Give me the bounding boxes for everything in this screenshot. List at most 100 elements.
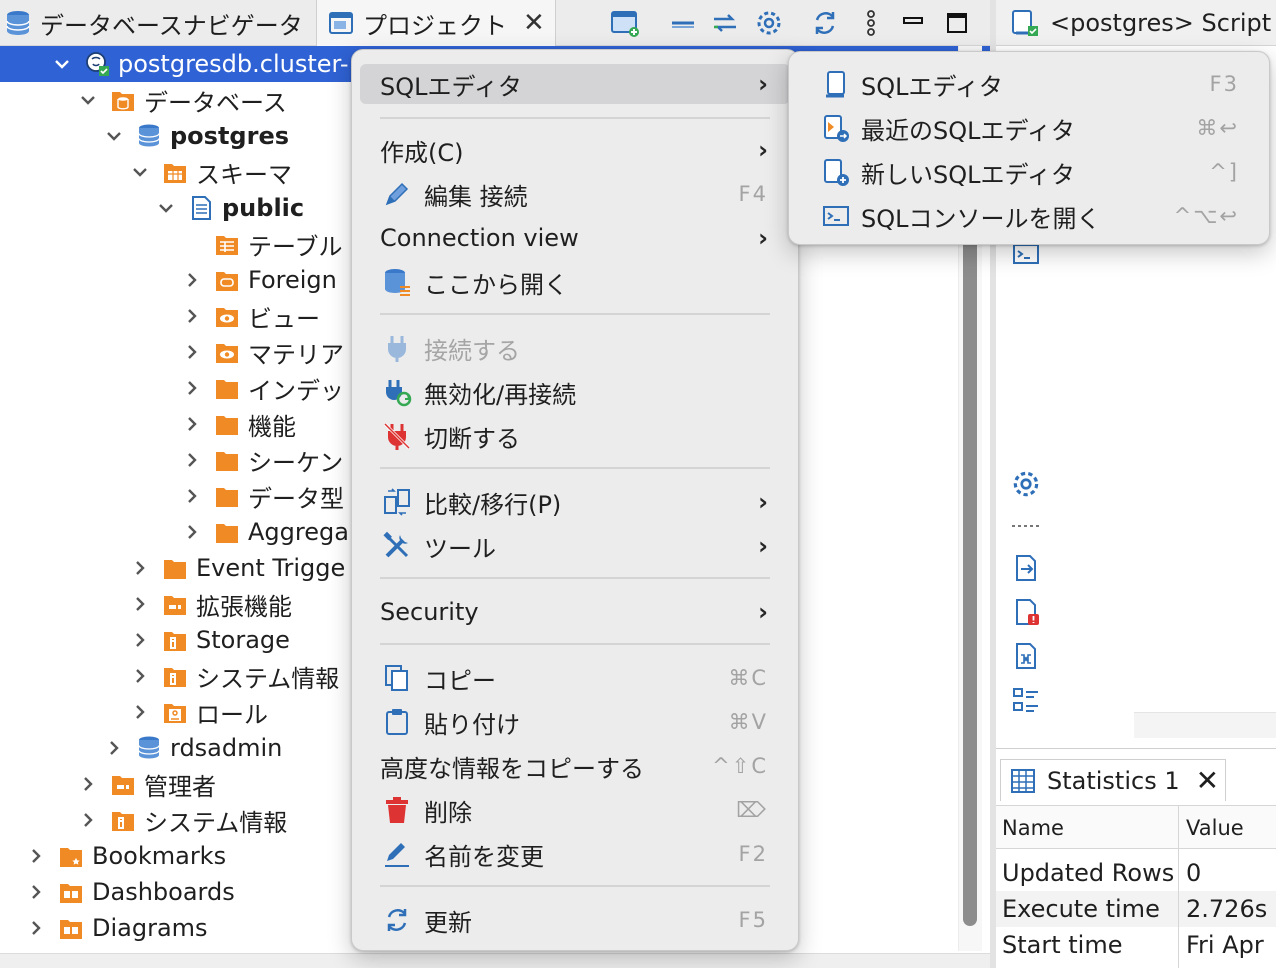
menu-item-rename[interactable]: 名前を変更 F2 [360, 834, 790, 874]
chevron-right-icon[interactable] [182, 270, 202, 290]
settings-gear-icon[interactable] [754, 8, 784, 38]
column-header-name[interactable]: Name [1002, 806, 1064, 850]
menu-item-edit-connection[interactable]: 編集 接続 F4 [360, 174, 790, 214]
tab-projects[interactable]: プロジェクト ✕ [316, 0, 556, 46]
column-divider[interactable] [1178, 805, 1179, 968]
chevron-down-icon[interactable] [156, 198, 176, 218]
dotted-separator-icon [1010, 510, 1042, 542]
chevron-right-icon: › [758, 488, 768, 516]
submenu-item-new-sql-editor[interactable]: 新しいSQLエディタ ^] [797, 152, 1261, 192]
chevron-right-icon[interactable] [182, 378, 202, 398]
chevron-down-icon[interactable] [130, 162, 150, 182]
chevron-right-icon[interactable] [130, 630, 150, 650]
menu-item-disconnect[interactable]: 切断する [360, 416, 790, 456]
chevron-right-icon[interactable] [130, 702, 150, 722]
tab-database-navigator[interactable]: データベースナビゲータ [4, 0, 310, 46]
variables-icon[interactable] [1010, 640, 1042, 672]
submenu-item-sql-editor[interactable]: SQLエディタ F3 [797, 64, 1261, 104]
menu-item-open-here[interactable]: ここから開く [360, 262, 790, 302]
menu-separator [380, 117, 770, 119]
collapse-all-icon[interactable] [668, 8, 698, 38]
projects-icon [327, 9, 355, 37]
menu-item-tools[interactable]: ツール › [360, 526, 790, 566]
close-icon[interactable]: ✕ [523, 8, 545, 38]
tree-item-label: データ型 [248, 484, 344, 513]
table-folder-icon [214, 231, 240, 257]
compare-icon [382, 487, 412, 517]
maximize-icon[interactable] [942, 8, 972, 38]
chevron-right-icon[interactable] [130, 594, 150, 614]
folder-icon [162, 555, 188, 581]
shortcut-label: ⌘C [728, 666, 768, 690]
table-row[interactable]: Updated Rows 0 [996, 855, 1276, 891]
menu-item-label: ここから開く [424, 270, 568, 299]
postgres-connection-icon [84, 51, 110, 77]
export-icon[interactable] [1010, 552, 1042, 584]
menu-item-label: 貼り付け [424, 710, 520, 739]
menu-item-refresh[interactable]: 更新 F5 [360, 900, 790, 940]
chevron-down-icon[interactable] [52, 54, 72, 74]
menu-item-connection-view[interactable]: Connection view › [360, 218, 790, 258]
chevron-right-icon[interactable] [182, 414, 202, 434]
chevron-right-icon[interactable] [182, 306, 202, 326]
chevron-right-icon[interactable] [182, 522, 202, 542]
menu-item-compare-migrate[interactable]: 比較/移行(P) › [360, 482, 790, 522]
menu-item-label: コピー [424, 666, 496, 695]
tree-item-label: public [222, 194, 305, 222]
chevron-right-icon[interactable] [26, 882, 46, 902]
stat-value-cell: 2.726s [1186, 895, 1268, 923]
chevron-right-icon[interactable] [130, 666, 150, 686]
new-connection-icon[interactable] [610, 8, 640, 38]
tab-script[interactable]: <postgres> Script [996, 0, 1276, 46]
table-row[interactable]: Start time Fri Apr [996, 927, 1276, 963]
tab-label: <postgres> Script [1050, 8, 1272, 37]
pencil-icon [382, 179, 412, 209]
submenu-item-recent-sql-editor[interactable]: 最近のSQLエディタ ⌘↩ [797, 108, 1261, 148]
chevron-right-icon[interactable] [182, 342, 202, 362]
chevron-right-icon[interactable] [26, 846, 46, 866]
submenu-item-open-sql-console[interactable]: SQLコンソールを開く ^⌥↩ [797, 196, 1261, 236]
menu-item-advanced-copy[interactable]: 高度な情報をコピーする ^⇧C [360, 746, 790, 786]
tab-statistics[interactable]: Statistics 1 ✕ [1000, 759, 1226, 801]
tree-item-label: Storage [196, 626, 290, 654]
outline-icon[interactable] [1010, 684, 1042, 716]
menu-item-paste[interactable]: 貼り付け ⌘V [360, 702, 790, 742]
chevron-right-icon[interactable] [182, 450, 202, 470]
link-with-editor-icon[interactable] [710, 8, 740, 38]
chevron-right-icon[interactable] [130, 558, 150, 578]
foreign-table-folder-icon [214, 267, 240, 293]
settings-gear-icon[interactable] [1010, 468, 1042, 500]
tree-item-label: Foreign [248, 266, 337, 294]
trash-icon [382, 795, 412, 825]
menu-item-security[interactable]: Security › [360, 592, 790, 632]
menu-item-label: 高度な情報をコピーする [380, 754, 644, 783]
menu-item-invalidate-reconnect[interactable]: 無効化/再接続 [360, 372, 790, 412]
chevron-right-icon[interactable] [78, 774, 98, 794]
close-icon[interactable]: ✕ [1196, 764, 1219, 797]
stat-name-cell: Start time [1002, 931, 1123, 959]
chevron-right-icon[interactable] [78, 810, 98, 830]
tree-item-label: 機能 [248, 412, 296, 441]
menu-item-label: SQLエディタ [380, 72, 522, 101]
shortcut-label: F4 [738, 182, 768, 206]
shortcut-label: ⌦ [736, 798, 768, 822]
chevron-right-icon[interactable] [104, 738, 124, 758]
refresh-icon[interactable] [810, 8, 840, 38]
table-row[interactable]: Execute time 2.726s [996, 891, 1276, 927]
navigator-tab-bar: データベースナビゲータ プロジェクト ✕ [0, 0, 990, 46]
error-log-icon[interactable] [1010, 596, 1042, 628]
column-header-value[interactable]: Value [1186, 806, 1244, 850]
menu-item-delete[interactable]: 削除 ⌦ [360, 790, 790, 830]
chevron-right-icon[interactable] [26, 918, 46, 938]
menu-item-create[interactable]: 作成(C) › [360, 130, 790, 170]
menu-item-copy[interactable]: コピー ⌘C [360, 658, 790, 698]
chevron-down-icon[interactable] [104, 126, 124, 146]
menu-item-sql-editor[interactable]: SQLエディタ › [360, 64, 790, 104]
minimize-icon[interactable] [898, 8, 928, 38]
more-options-icon[interactable] [856, 8, 886, 38]
plug-reconnect-icon [382, 377, 412, 407]
tab-label: Statistics 1 [1047, 766, 1180, 795]
chevron-right-icon[interactable] [182, 486, 202, 506]
chevron-down-icon[interactable] [78, 90, 98, 110]
horizontal-scrollbar[interactable] [1134, 712, 1276, 738]
